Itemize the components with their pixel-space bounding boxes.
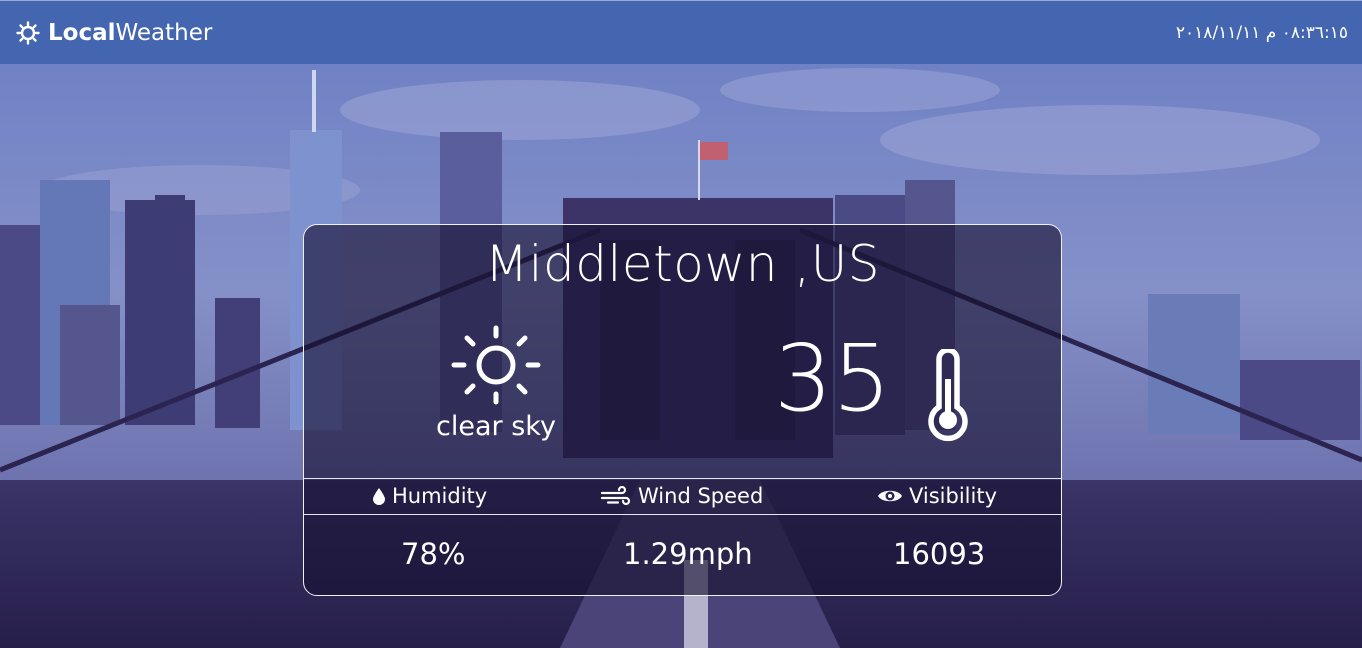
brand[interactable]: LocalWeather	[16, 20, 212, 46]
visibility-label-text: Visibility	[909, 484, 998, 508]
wind-icon	[600, 486, 631, 506]
humidity-value: 78%	[401, 537, 466, 571]
city-name: Middletown ,US	[484, 235, 881, 293]
brand-bold-text: Local	[48, 19, 116, 46]
weather-card: Middletown ,US clear sky 35 Humidity Win…	[303, 224, 1062, 596]
divider	[304, 514, 1061, 515]
droplet-icon	[373, 488, 385, 505]
brand-name: LocalWeather	[48, 20, 212, 46]
stats-labels-row: Humidity Wind Speed Visibility	[304, 478, 1061, 514]
clock: ٠٨:٣٦:١٥ م ٢٠١٨/١١/١١	[1175, 22, 1348, 43]
sun-outline-icon	[16, 20, 40, 45]
condition-text: clear sky	[436, 411, 556, 442]
wind-label: Wind Speed	[600, 478, 763, 514]
temperature: 35	[774, 325, 892, 432]
visibility-label: Visibility	[877, 478, 997, 514]
humidity-label-text: Humidity	[392, 484, 488, 508]
thermometer-icon	[928, 349, 968, 442]
wind-label-text: Wind Speed	[638, 484, 764, 508]
navbar: LocalWeather ٠٨:٣٦:١٥ م ٢٠١٨/١١/١١	[0, 0, 1362, 64]
sun-icon	[451, 325, 541, 405]
wind-value: 1.29mph	[623, 537, 753, 571]
humidity-label: Humidity	[372, 478, 487, 514]
eye-icon	[878, 490, 902, 502]
condition-block: clear sky	[412, 325, 580, 442]
brand-light-text: Weather	[115, 19, 213, 46]
visibility-value: 16093	[893, 537, 986, 571]
